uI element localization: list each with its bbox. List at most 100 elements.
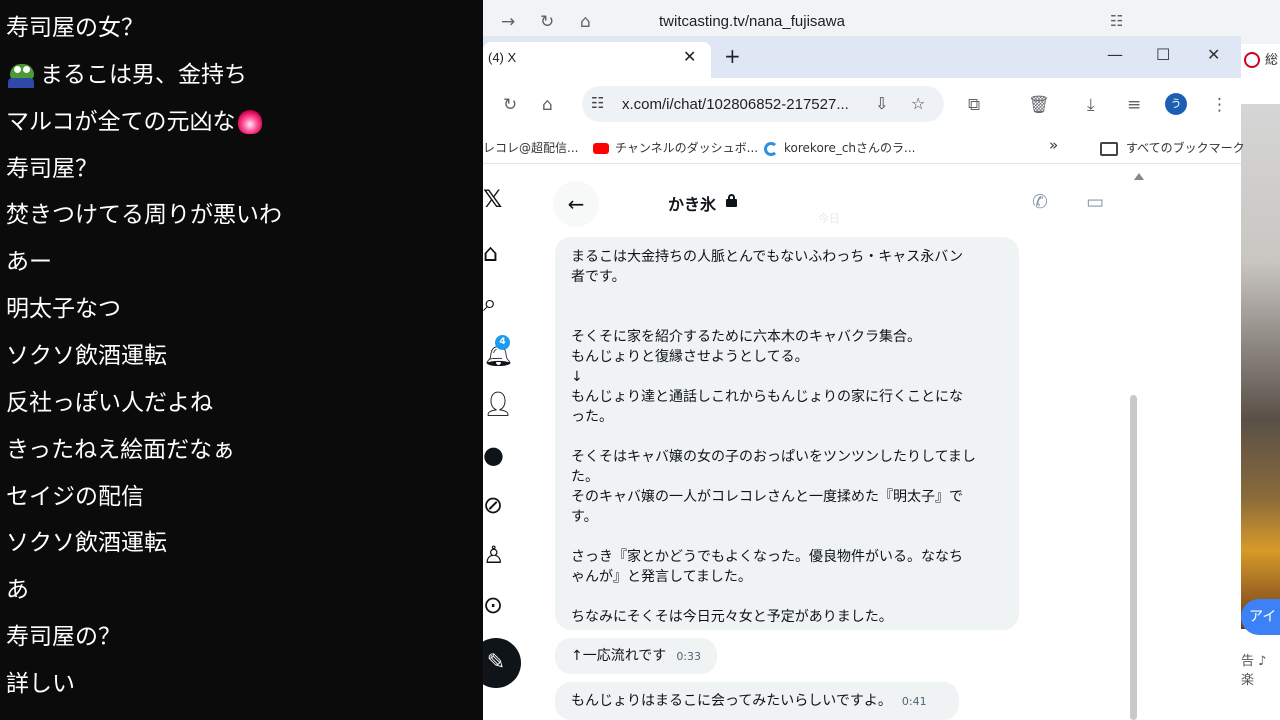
- twitcasting-icon: [764, 141, 778, 156]
- maximize-icon[interactable]: ☐: [1156, 45, 1170, 64]
- browser-window: (4) X ✕ + — ☐ ✕ ↻ ⌂ ☷ x.com/i/chat/10280…: [483, 36, 1245, 720]
- comment-text: まるこは男、金持ち: [40, 62, 247, 88]
- message-text: ↑一応流れです: [571, 648, 667, 664]
- bookmark-item[interactable]: レコレ@超配信...: [483, 139, 578, 156]
- chat-name: かき氷: [668, 195, 717, 214]
- page-content: 𝕏 ⌂ ⌕ 🔔︎ 4 👤︎ ● ⊘ ♙ ⊙ ✎ ← かき氷 今日 ✆ ▭ まるこ…: [483, 165, 1241, 720]
- message-text: まるこは大金持ちの人脈とんでもないふわっち・キャス永バン 者です。 そくそに家を…: [571, 249, 976, 625]
- minimize-icon[interactable]: —: [1107, 45, 1123, 64]
- notification-badge: 4: [495, 335, 510, 350]
- message-bubble: まるこは大金持ちの人脈とんでもないふわっち・キャス永バン 者です。 そくそに家を…: [555, 237, 1019, 630]
- chat-pane: ← かき氷 今日 ✆ ▭ まるこは大金持ちの人脈とんでもないふわっち・キャス永バ…: [553, 165, 1139, 720]
- comment-line: 寿司屋の？: [6, 617, 121, 657]
- comment-text: 寿司屋？: [6, 156, 98, 182]
- comment-panel: 寿司屋の女？ まるこは男、金持ち マルコが全ての元凶な 寿司屋？ 焚きつけてる周…: [0, 0, 483, 720]
- comment-line: あー: [6, 242, 52, 282]
- home-icon[interactable]: ⌂: [542, 95, 553, 115]
- bookmark-item[interactable]: korekore_chさんのラ...: [764, 139, 915, 156]
- browser-toolbar: ↻ ⌂ ☷ x.com/i/chat/102806852-217527... ⇩…: [483, 78, 1241, 130]
- message-time: 0:41: [901, 695, 927, 708]
- stream-video-frame: [1241, 104, 1280, 629]
- brand-logo-icon: [1244, 52, 1260, 68]
- comment-line: まるこは男、金持ち: [6, 55, 247, 95]
- frog-avatar-icon: [6, 62, 36, 88]
- comment-text: 焚きつけてる周りが悪いわ: [6, 202, 282, 228]
- comment-line: 詳しい: [6, 664, 75, 704]
- comment-line: 寿司屋？: [6, 149, 98, 189]
- bookmark-star-icon[interactable]: ☆: [911, 94, 925, 113]
- comment-text: あー: [6, 249, 52, 275]
- bookmark-item[interactable]: チャンネルのダッシュボ...: [593, 139, 758, 156]
- comment-text: 寿司屋の女？: [6, 15, 144, 41]
- message-bubble: もんじょりはまるこに会ってみたいらしいですよ。 0:41: [555, 682, 959, 720]
- address-bar[interactable]: ☷ x.com/i/chat/102806852-217527... ⇩ ☆: [582, 86, 944, 122]
- comment-line: マルコが全ての元凶な: [6, 102, 262, 142]
- comment-line: あ: [6, 570, 29, 610]
- comment-text: きったねえ絵面だなぁ: [6, 437, 236, 463]
- forward-icon[interactable]: →: [501, 12, 515, 32]
- comment-text: 反社っぽい人だよね: [6, 390, 213, 416]
- close-tab-icon[interactable]: ✕: [683, 47, 696, 66]
- video-call-icon[interactable]: ▭: [1086, 191, 1104, 213]
- search-icon[interactable]: ⌕: [483, 289, 496, 317]
- chat-icon[interactable]: ●: [483, 441, 504, 469]
- comment-line: 反社っぽい人だよね: [6, 383, 213, 423]
- lock-icon: [726, 194, 737, 207]
- site-settings-icon[interactable]: ☷: [591, 94, 604, 112]
- profile-avatar[interactable]: う: [1165, 93, 1187, 115]
- scroll-up-icon[interactable]: [1134, 173, 1144, 180]
- url-text[interactable]: x.com/i/chat/102806852-217527...: [622, 96, 849, 113]
- x-side-nav: 𝕏 ⌂ ⌕ 🔔︎ 4 👤︎ ● ⊘ ♙ ⊙ ✎: [483, 165, 543, 720]
- close-window-icon[interactable]: ✕: [1207, 45, 1220, 64]
- message-text: もんじょりはまるこに会ってみたいらしいですよ。: [571, 693, 892, 709]
- download-icon[interactable]: ⤓: [1087, 95, 1095, 115]
- scroll-thumb[interactable]: [1130, 395, 1137, 720]
- comment-text: ソクソ飲酒運転: [6, 530, 167, 556]
- comment-text: 明太子なつ: [6, 296, 121, 322]
- bookmarks-bar: レコレ@超配信... チャンネルのダッシュボ... korekore_chさんの…: [483, 130, 1245, 164]
- more-bookmarks-icon[interactable]: »: [1049, 136, 1058, 154]
- x-logo-icon[interactable]: 𝕏: [483, 185, 502, 213]
- more-icon[interactable]: ⊙: [483, 591, 503, 619]
- edge-footer-label: 告 ♪ 楽: [1241, 654, 1267, 688]
- comment-line: 寿司屋の女？: [6, 8, 144, 48]
- follow-icon[interactable]: 👤︎: [483, 390, 513, 418]
- back-arrow-icon[interactable]: ←: [553, 181, 599, 227]
- comment-text: マルコが全ての元凶な: [6, 109, 236, 135]
- item-button[interactable]: アイテ: [1241, 599, 1280, 661]
- comment-text: セイジの配信: [6, 484, 144, 510]
- comment-line: ソクソ飲酒運転: [6, 336, 167, 376]
- tab-x[interactable]: (4) X ✕: [483, 42, 711, 78]
- menu-icon[interactable]: ⋮: [1211, 95, 1228, 115]
- fire-emoji-icon: [237, 110, 262, 134]
- comment-text: 詳しい: [6, 671, 75, 697]
- post-button[interactable]: ✎: [483, 638, 521, 688]
- youtube-icon: [593, 143, 609, 154]
- extensions-icon[interactable]: ⧉: [968, 95, 980, 115]
- profile-icon[interactable]: ♙: [483, 541, 505, 569]
- comment-line: 明太子なつ: [6, 289, 121, 329]
- install-app-icon[interactable]: ⇩: [875, 94, 888, 113]
- tab-strip: (4) X ✕ + — ☐ ✕: [483, 36, 1241, 78]
- comment-line: セイジの配信: [6, 477, 144, 517]
- background-url[interactable]: twitcasting.tv/nana_fujisawa: [659, 13, 845, 30]
- comment-text: 寿司屋の？: [6, 624, 121, 650]
- scrollbar[interactable]: [1128, 165, 1144, 720]
- delete-icon[interactable]: 🗑: [1028, 95, 1050, 115]
- chat-header: ← かき氷 今日 ✆ ▭: [553, 177, 1139, 227]
- reload-icon[interactable]: ↻: [503, 95, 517, 115]
- home-icon[interactable]: ⌂: [483, 239, 498, 267]
- message-bubble: ↑一応流れです 0:33: [555, 638, 717, 674]
- edge-label: 総: [1265, 53, 1279, 68]
- comment-line: ソクソ飲酒運転: [6, 523, 167, 563]
- phone-icon[interactable]: ✆: [1032, 191, 1048, 213]
- reload-icon[interactable]: ↻: [540, 12, 554, 32]
- all-bookmarks-folder[interactable]: すべてのブックマーク: [1100, 139, 1245, 156]
- home-icon[interactable]: ⌂: [580, 12, 591, 32]
- comment-text: あ: [6, 577, 29, 603]
- tab-title: (4) X: [488, 50, 517, 65]
- media-control-icon[interactable]: ≡: [1127, 95, 1141, 115]
- grok-icon[interactable]: ⊘: [483, 491, 503, 519]
- new-tab-icon[interactable]: +: [724, 44, 741, 68]
- site-settings-icon[interactable]: ☷: [1110, 12, 1123, 30]
